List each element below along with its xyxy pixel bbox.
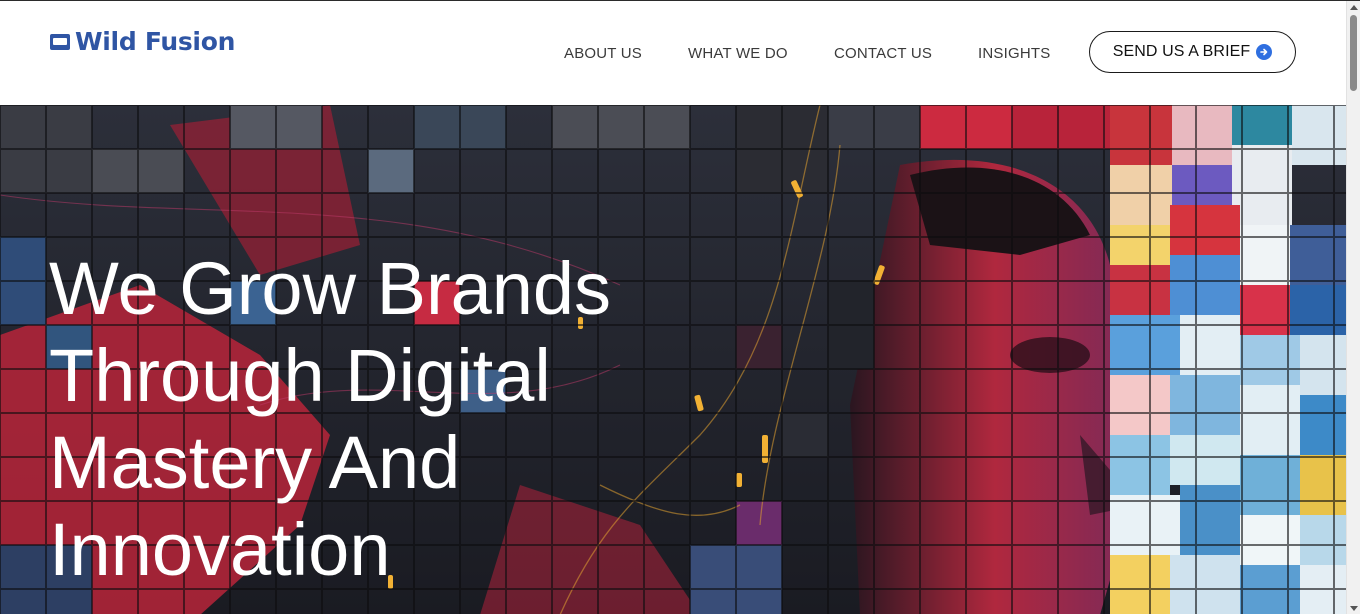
- nav-link-insights[interactable]: INSIGHTS: [978, 45, 1050, 62]
- send-brief-button[interactable]: SEND US A BRIEF: [1089, 31, 1296, 73]
- scrollbar-thumb[interactable]: [1350, 15, 1357, 91]
- scroll-down-arrow-icon[interactable]: [1350, 606, 1358, 611]
- hero-section: We Grow Brands Through Digital Mastery A…: [0, 105, 1346, 614]
- site-header: Wild Fusion ABOUT US WHAT WE DO CONTACT …: [0, 1, 1346, 105]
- nav-link-contact-us[interactable]: CONTACT US: [834, 45, 932, 62]
- nav-link-what-we-do[interactable]: WHAT WE DO: [688, 45, 788, 62]
- nav-link-about-us[interactable]: ABOUT US: [564, 45, 642, 62]
- scroll-up-arrow-icon[interactable]: [1350, 5, 1358, 10]
- arrow-right-circle-icon: [1256, 44, 1273, 60]
- hero-title: We Grow Brands Through Digital Mastery A…: [49, 247, 612, 591]
- send-brief-label: SEND US A BRIEF: [1112, 43, 1251, 60]
- page: Wild Fusion ABOUT US WHAT WE DO CONTACT …: [0, 0, 1360, 614]
- page-scrollbar[interactable]: [1346, 1, 1360, 614]
